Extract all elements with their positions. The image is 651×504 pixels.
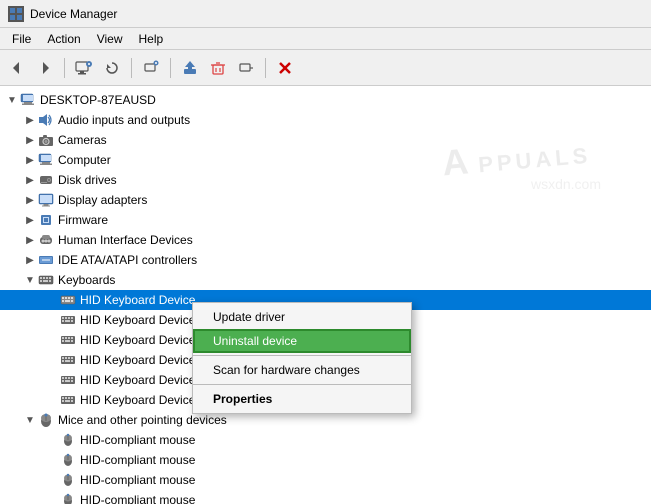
sound-icon bbox=[38, 112, 54, 128]
tree-item-computer[interactable]: ▶ Computer bbox=[0, 150, 651, 170]
audio-label: Audio inputs and outputs bbox=[58, 113, 190, 127]
scan-button[interactable] bbox=[138, 55, 164, 81]
mouse-2-label: HID-compliant mouse bbox=[80, 453, 195, 467]
cameras-toggle[interactable]: ▶ bbox=[22, 132, 38, 148]
uninstall-button[interactable] bbox=[205, 55, 231, 81]
root-label: DESKTOP-87EAUSD bbox=[40, 93, 156, 107]
mice-toggle[interactable]: ▼ bbox=[22, 412, 38, 428]
keyboards-label: Keyboards bbox=[58, 273, 115, 287]
tree-root[interactable]: ▼ DESKTOP-87EAUSD bbox=[0, 90, 651, 110]
tree-item-mouse-1[interactable]: ▶ HID-compliant mouse bbox=[0, 430, 651, 450]
firmware-toggle[interactable]: ▶ bbox=[22, 212, 38, 228]
tree-item-keyboards[interactable]: ▼ Keyboards bbox=[0, 270, 651, 290]
mouse-4-icon bbox=[60, 492, 76, 504]
title-bar: Device Manager bbox=[0, 0, 651, 28]
toolbar-sep-1 bbox=[64, 58, 65, 78]
context-sep bbox=[193, 355, 411, 356]
tree-item-mouse-2[interactable]: ▶ HID-compliant mouse bbox=[0, 450, 651, 470]
mouse-4-label: HID-compliant mouse bbox=[80, 493, 195, 504]
menu-file[interactable]: File bbox=[4, 30, 39, 48]
mouse-3-icon bbox=[60, 472, 76, 488]
hid-keyboard-5-label: HID Keyboard Device bbox=[80, 373, 195, 387]
tree-item-display[interactable]: ▶ Display adapters bbox=[0, 190, 651, 210]
tree-item-mouse-4[interactable]: ▶ HID-compliant mouse bbox=[0, 490, 651, 504]
hid-keyboard-2-icon bbox=[60, 312, 76, 328]
mouse-2-icon bbox=[60, 452, 76, 468]
menu-action[interactable]: Action bbox=[39, 30, 88, 48]
display-icon bbox=[38, 192, 54, 208]
hid-keyboard-1-icon bbox=[60, 292, 76, 308]
tree-panel: ▼ DESKTOP-87EAUSD ▶ bbox=[0, 86, 651, 504]
display-label: Display adapters bbox=[58, 193, 147, 207]
context-uninstall-device[interactable]: Uninstall device bbox=[193, 329, 411, 353]
context-scan-hardware[interactable]: Scan for hardware changes bbox=[193, 358, 411, 382]
toolbar bbox=[0, 50, 651, 86]
tree-item-audio[interactable]: ▶ Audio inputs and outputs bbox=[0, 110, 651, 130]
context-menu: Update driver Uninstall device Scan for … bbox=[192, 302, 412, 414]
disable-button[interactable] bbox=[233, 55, 259, 81]
toolbar-sep-4 bbox=[265, 58, 266, 78]
tree-item-cameras[interactable]: ▶ Cameras bbox=[0, 130, 651, 150]
refresh-button[interactable] bbox=[99, 55, 125, 81]
computer-label: Computer bbox=[58, 153, 111, 167]
audio-toggle[interactable]: ▶ bbox=[22, 112, 38, 128]
context-sep2 bbox=[193, 384, 411, 385]
disk-label: Disk drives bbox=[58, 173, 117, 187]
keyboards-icon bbox=[38, 272, 54, 288]
menu-bar: File Action View Help bbox=[0, 28, 651, 50]
tree-item-mouse-3[interactable]: ▶ HID-compliant mouse bbox=[0, 470, 651, 490]
back-button[interactable] bbox=[4, 55, 30, 81]
disk-toggle[interactable]: ▶ bbox=[22, 172, 38, 188]
window-title: Device Manager bbox=[30, 7, 117, 21]
context-properties[interactable]: Properties bbox=[193, 387, 411, 411]
mice-label: Mice and other pointing devices bbox=[58, 413, 227, 427]
hid-keyboard-1-label: HID Keyboard Device bbox=[80, 293, 195, 307]
hid-keyboard-3-label: HID Keyboard Device bbox=[80, 333, 195, 347]
hid-label: Human Interface Devices bbox=[58, 233, 193, 247]
hid-keyboard-6-label: HID Keyboard Device bbox=[80, 393, 195, 407]
tree-item-firmware[interactable]: ▶ Firmware bbox=[0, 210, 651, 230]
ide-toggle[interactable]: ▶ bbox=[22, 252, 38, 268]
properties-button[interactable] bbox=[71, 55, 97, 81]
hid-keyboard-6-icon bbox=[60, 392, 76, 408]
root-toggle[interactable]: ▼ bbox=[4, 92, 20, 108]
mouse-1-label: HID-compliant mouse bbox=[80, 433, 195, 447]
forward-button[interactable] bbox=[32, 55, 58, 81]
computer-icon2 bbox=[38, 152, 54, 168]
firmware-label: Firmware bbox=[58, 213, 108, 227]
menu-view[interactable]: View bbox=[89, 30, 131, 48]
ide-label: IDE ATA/ATAPI controllers bbox=[58, 253, 197, 267]
toolbar-sep-2 bbox=[131, 58, 132, 78]
computer-icon bbox=[20, 92, 36, 108]
remove-button[interactable] bbox=[272, 55, 298, 81]
display-toggle[interactable]: ▶ bbox=[22, 192, 38, 208]
context-update-driver[interactable]: Update driver bbox=[193, 305, 411, 329]
cameras-label: Cameras bbox=[58, 133, 107, 147]
tree-item-ide[interactable]: ▶ IDE ATA/ATAPI controllers bbox=[0, 250, 651, 270]
main-content: A PPUALS wsxdn.com ▼ DESKTOP-87EAUSD ▶ bbox=[0, 86, 651, 504]
hid-icon bbox=[38, 232, 54, 248]
toolbar-sep-3 bbox=[170, 58, 171, 78]
disk-icon bbox=[38, 172, 54, 188]
hid-keyboard-2-label: HID Keyboard Device bbox=[80, 313, 195, 327]
hid-keyboard-3-icon bbox=[60, 332, 76, 348]
mouse-3-label: HID-compliant mouse bbox=[80, 473, 195, 487]
mouse-1-icon bbox=[60, 432, 76, 448]
hid-keyboard-4-icon bbox=[60, 352, 76, 368]
update-driver-button[interactable] bbox=[177, 55, 203, 81]
hid-toggle[interactable]: ▶ bbox=[22, 232, 38, 248]
menu-help[interactable]: Help bbox=[131, 30, 172, 48]
tree-item-hid[interactable]: ▶ Human Interface Devices bbox=[0, 230, 651, 250]
hid-keyboard-4-label: HID Keyboard Device bbox=[80, 353, 195, 367]
computer-toggle[interactable]: ▶ bbox=[22, 152, 38, 168]
tree-item-disk[interactable]: ▶ Disk drives bbox=[0, 170, 651, 190]
ide-icon bbox=[38, 252, 54, 268]
camera-icon bbox=[38, 132, 54, 148]
keyboards-toggle[interactable]: ▼ bbox=[22, 272, 38, 288]
hid-keyboard-5-icon bbox=[60, 372, 76, 388]
firmware-icon bbox=[38, 212, 54, 228]
mice-icon bbox=[38, 412, 54, 428]
app-icon bbox=[8, 6, 24, 22]
